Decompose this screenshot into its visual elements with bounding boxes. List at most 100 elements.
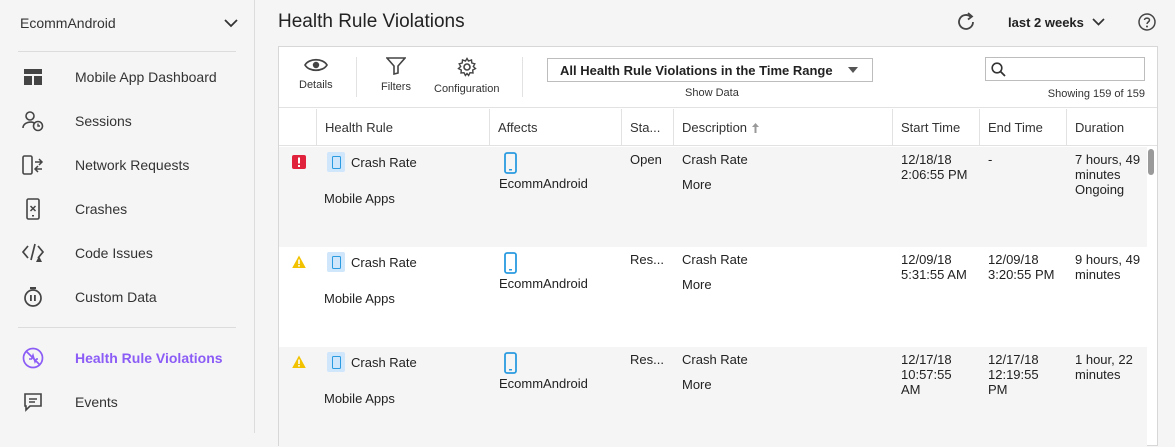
sidebar-item-label: Mobile App Dashboard xyxy=(75,69,217,85)
start-time: 5:31:55 AM xyxy=(901,267,967,282)
violations-panel: Details Filters Configuration All Health… xyxy=(278,46,1158,447)
sessions-icon xyxy=(22,110,44,132)
duration-unit: minutes xyxy=(1075,367,1121,382)
chevron-down-icon xyxy=(224,18,238,27)
column-header-health-rule[interactable]: Health Rule xyxy=(316,109,489,146)
affects-link[interactable]: EcommAndroid xyxy=(499,176,588,191)
duration-value: 1 hour, 22 xyxy=(1075,352,1133,367)
start-date: 12/17/18 xyxy=(901,352,952,367)
details-label: Details xyxy=(299,79,333,91)
help-button[interactable] xyxy=(1136,9,1158,35)
details-button[interactable]: Details xyxy=(299,57,333,91)
time-range-selector[interactable]: last 2 weeks xyxy=(1008,9,1108,35)
end-date: - xyxy=(988,152,993,167)
affects-link[interactable]: EcommAndroid xyxy=(499,276,588,291)
sidebar: EcommAndroid Mobile App Dashboard Sessio… xyxy=(0,0,255,433)
mobile-app-icon xyxy=(327,252,345,272)
critical-severity-icon xyxy=(292,155,306,169)
column-header-start-time[interactable]: Start Time xyxy=(892,109,979,146)
sidebar-item-label: Network Requests xyxy=(75,157,190,173)
column-header-duration[interactable]: Duration xyxy=(1066,109,1157,146)
chevron-down-icon xyxy=(1092,18,1105,26)
filter-icon xyxy=(385,57,406,75)
custom-data-icon xyxy=(22,286,44,308)
eye-icon xyxy=(303,58,328,72)
health-rule-type: Mobile Apps xyxy=(324,391,395,406)
mobile-app-icon xyxy=(327,152,345,172)
scrollbar-thumb[interactable] xyxy=(1148,149,1154,175)
search-icon xyxy=(991,62,1006,77)
caret-down-icon xyxy=(848,67,858,73)
gear-icon xyxy=(457,57,477,77)
table-header: Health Rule Affects Sta... Description S… xyxy=(279,109,1157,146)
duration-value: 9 hours, 49 xyxy=(1075,252,1141,267)
end-date: 12/09/18 xyxy=(988,252,1039,267)
sidebar-item-label: Custom Data xyxy=(75,289,157,305)
health-rule-type: Mobile Apps xyxy=(324,191,395,206)
more-link[interactable]: More xyxy=(682,377,712,392)
toolbar-divider xyxy=(522,57,523,97)
health-rule-link[interactable]: Crash Rate xyxy=(351,355,417,370)
duration-unit: minutes xyxy=(1075,167,1121,182)
column-header-description[interactable]: Description xyxy=(673,109,892,146)
help-icon xyxy=(1138,13,1156,31)
sidebar-item-events[interactable]: Events xyxy=(0,382,254,422)
end-time-suffix: PM xyxy=(988,382,1008,397)
sidebar-item-mobile-app-dashboard[interactable]: Mobile App Dashboard xyxy=(0,57,254,97)
filters-button[interactable]: Filters xyxy=(381,57,411,93)
app-selector[interactable]: EcommAndroid xyxy=(20,12,238,34)
sidebar-item-crashes[interactable]: Crashes xyxy=(0,189,254,229)
phone-icon xyxy=(504,352,517,374)
end-time: 3:20:55 PM xyxy=(988,267,1055,282)
column-header-affects[interactable]: Affects xyxy=(489,109,621,146)
duration-value: 7 hours, 49 xyxy=(1075,152,1141,167)
phone-icon xyxy=(504,152,517,174)
description-text: Crash Rate xyxy=(682,152,748,167)
table-row[interactable]: Crash Rate Mobile Apps EcommAndroid Res.… xyxy=(279,347,1147,447)
sidebar-item-label: Code Issues xyxy=(75,245,153,261)
status-text: Open xyxy=(630,152,662,167)
health-rule-link[interactable]: Crash Rate xyxy=(351,255,417,270)
code-issues-icon xyxy=(22,242,44,264)
affects-link[interactable]: EcommAndroid xyxy=(499,376,588,391)
end-date: 12/17/18 xyxy=(988,352,1039,367)
more-link[interactable]: More xyxy=(682,277,712,292)
description-text: Crash Rate xyxy=(682,352,748,367)
start-time: 10:57:55 xyxy=(901,367,952,382)
result-count: Showing 159 of 159 xyxy=(1047,88,1145,100)
warning-severity-icon xyxy=(292,355,306,368)
sidebar-item-label: Crashes xyxy=(75,201,128,217)
configuration-button[interactable]: Configuration xyxy=(434,57,499,95)
start-time-suffix: AM xyxy=(901,382,921,397)
dashboard-icon xyxy=(22,66,44,88)
table-scrollbar[interactable] xyxy=(1147,147,1155,447)
toolbar: Details Filters Configuration All Health… xyxy=(279,47,1157,108)
duration-unit: minutes xyxy=(1075,267,1121,282)
violation-filter-select[interactable]: All Health Rule Violations in the Time R… xyxy=(547,58,873,82)
severity-column-header xyxy=(279,109,316,146)
search-input[interactable] xyxy=(985,57,1145,81)
sidebar-item-code-issues[interactable]: Code Issues xyxy=(0,233,254,273)
refresh-icon xyxy=(958,12,974,30)
sidebar-item-label: Sessions xyxy=(75,113,132,129)
time-range-label: last 2 weeks xyxy=(1008,14,1084,30)
start-time: 2:06:55 PM xyxy=(901,167,968,182)
crashes-icon xyxy=(22,198,44,220)
health-rule-type: Mobile Apps xyxy=(324,291,395,306)
phone-icon xyxy=(504,252,517,274)
column-header-end-time[interactable]: End Time xyxy=(979,109,1066,146)
table-row[interactable]: Crash Rate Mobile Apps EcommAndroid Open… xyxy=(279,147,1147,247)
refresh-button[interactable] xyxy=(953,9,979,35)
show-data-button[interactable]: Show Data xyxy=(685,87,739,99)
column-header-status[interactable]: Sta... xyxy=(621,109,673,146)
more-link[interactable]: More xyxy=(682,177,712,192)
sort-ascending-icon xyxy=(752,122,760,133)
health-rule-link[interactable]: Crash Rate xyxy=(351,155,417,170)
sidebar-item-sessions[interactable]: Sessions xyxy=(0,101,254,141)
duration-status: Ongoing xyxy=(1075,182,1125,197)
sidebar-item-health-rule-violations[interactable]: Health Rule Violations xyxy=(0,338,254,378)
table-row[interactable]: Crash Rate Mobile Apps EcommAndroid Res.… xyxy=(279,247,1147,347)
sidebar-item-custom-data[interactable]: Custom Data xyxy=(0,277,254,317)
sidebar-item-label: Events xyxy=(75,394,118,410)
sidebar-item-network-requests[interactable]: Network Requests xyxy=(0,145,254,185)
